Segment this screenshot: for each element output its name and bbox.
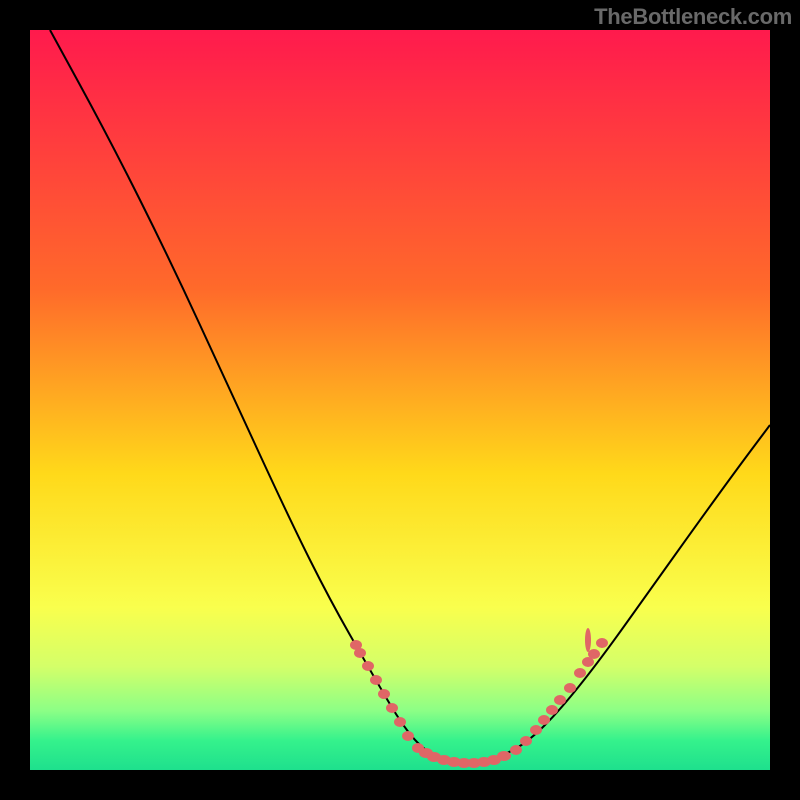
- data-point: [585, 628, 591, 652]
- data-point: [394, 717, 406, 727]
- watermark: TheBottleneck.com: [594, 4, 792, 30]
- data-point: [546, 705, 558, 715]
- data-point: [564, 683, 576, 693]
- data-point: [362, 661, 374, 671]
- data-point: [370, 675, 382, 685]
- data-point: [574, 668, 586, 678]
- data-point: [510, 745, 522, 755]
- data-point: [386, 703, 398, 713]
- data-point: [530, 725, 542, 735]
- chart-svg: [30, 30, 770, 770]
- data-point: [588, 649, 600, 659]
- chart-background: [30, 30, 770, 770]
- chart-plot-area: [30, 30, 770, 770]
- data-point: [402, 731, 414, 741]
- data-point: [554, 695, 566, 705]
- data-point: [497, 751, 511, 761]
- data-point: [538, 715, 550, 725]
- data-point: [378, 689, 390, 699]
- data-point: [520, 736, 532, 746]
- data-point: [354, 648, 366, 658]
- data-point: [596, 638, 608, 648]
